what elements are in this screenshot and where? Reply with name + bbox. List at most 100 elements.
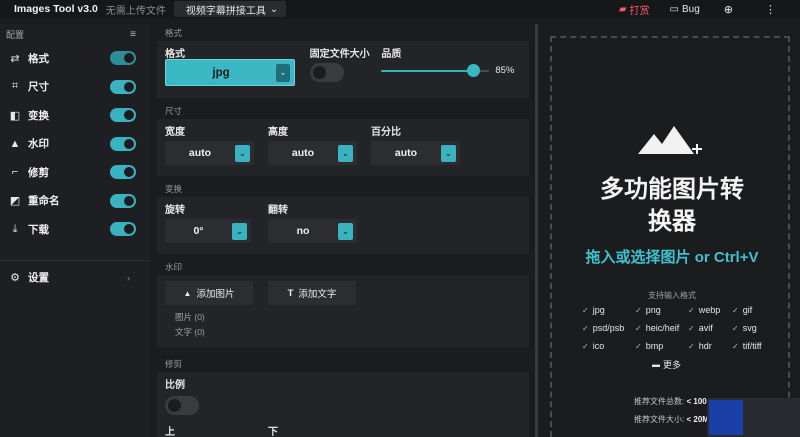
width-label: 宽度 (165, 126, 185, 138)
rotate-select[interactable]: 0° ⌄ (165, 219, 251, 243)
sidebar-item-transform[interactable]: ◧ 变换 (0, 101, 150, 130)
width-value: auto (188, 147, 212, 159)
format-item-label: psd/psb (592, 323, 625, 333)
flip-select[interactable]: no ⌄ (268, 219, 357, 243)
menu-icon[interactable]: ≡ (130, 29, 136, 40)
more-formats-button[interactable]: ▬ 更多 (652, 358, 681, 371)
chevron-down-icon: ⌄ (276, 63, 290, 82)
drop-zone-subtitle: 拖入或选择图片 or Ctrl+V (585, 249, 759, 266)
sidebar-item-size[interactable]: ⌗ 尺寸 (0, 73, 150, 102)
add-text-button[interactable]: T 添加文字 (268, 281, 356, 305)
sidebar-item-settings[interactable]: ⚙ 设置 › (0, 267, 150, 289)
format-item: ✓ svg (732, 323, 782, 333)
rename-icon: ◩ (9, 195, 21, 208)
flip-value: no (296, 225, 310, 237)
tool-select-label: 视频字幕拼接工具 (185, 5, 266, 17)
chevron-down-icon: ⌄ (235, 144, 250, 162)
settings-panel: 格式 格式 jpg ⌄ 固定文件大小 品质 85% 尺寸 宽度 auto ⌄ 高… (157, 24, 529, 437)
transform-toggle[interactable] (110, 108, 136, 123)
more-formats-label: 更多 (663, 360, 682, 370)
tip-button[interactable]: ▰ 打赏 (619, 2, 650, 17)
size-toggle[interactable] (110, 79, 136, 94)
trim-toggle[interactable] (110, 165, 136, 180)
watermark-toggle[interactable] (110, 136, 136, 151)
sidebar-item-download[interactable]: ⤓ 下载 (0, 215, 150, 244)
format-item-label: svg (742, 323, 757, 333)
globe-icon[interactable]: ⊕ (724, 3, 733, 16)
drop-zone-title-line2: 换器 (648, 208, 696, 235)
height-column: 高度 auto ⌄ (268, 123, 371, 165)
sidebar-item-watermark[interactable]: ▲ 水印 (0, 130, 150, 159)
fixed-size-column: 固定文件大小 (309, 45, 382, 86)
more-vertical-icon[interactable]: ⋮ (765, 3, 776, 16)
height-label: 高度 (268, 126, 288, 138)
sidebar-divider (0, 259, 150, 261)
height-value: auto (291, 147, 315, 159)
section-title-format: 格式 (165, 27, 183, 38)
download-toggle[interactable] (110, 222, 136, 237)
limit-count-value: < 100 (686, 397, 707, 406)
width-select[interactable]: auto ⌄ (165, 141, 254, 165)
scrollbar[interactable] (535, 24, 538, 437)
sidebar-item-trim[interactable]: ⌐ 修剪 (0, 158, 150, 187)
height-select[interactable]: auto ⌄ (268, 141, 357, 165)
flip-column: 翻转 no ⌄ (268, 201, 371, 243)
chevron-down-icon: ⌄ (232, 222, 247, 240)
chevron-down-icon: ⌄ (338, 222, 353, 240)
quality-slider-knob[interactable] (467, 64, 481, 77)
top-right-actions: ▰ 打赏 ▭ Bug ⊕ ⋮ (619, 0, 800, 18)
add-image-button[interactable]: ▲ 添加图片 (165, 281, 253, 305)
sidebar: 配置 ≡ ⇄ 格式 ⌗ 尺寸 ◧ 变换 ▲ 水印 ⌐ 修剪 ◩ 重命名 ⤓ 下载… (0, 24, 150, 437)
quality-slider[interactable]: 85% (381, 59, 521, 83)
format-item: ✓ jpg (582, 305, 635, 315)
check-icon: ✓ (582, 305, 589, 315)
sidebar-item-label: 尺寸 (28, 81, 49, 94)
quality-slider-fill (381, 70, 474, 72)
bug-button[interactable]: ▭ Bug (670, 4, 700, 15)
percent-select[interactable]: auto ⌄ (371, 141, 460, 165)
gear-icon: ⚙ (10, 272, 20, 284)
sidebar-item-label: 下载 (28, 223, 49, 236)
format-item: ✓ avif (688, 323, 732, 333)
format-item-label: ico (592, 341, 605, 351)
format-item-label: gif (742, 305, 753, 315)
chevron-right-icon: › (127, 272, 130, 283)
format-section: 格式 jpg ⌄ 固定文件大小 品质 85% (157, 41, 529, 98)
sidebar-item-rename[interactable]: ◩ 重命名 (0, 187, 150, 216)
sidebar-item-format[interactable]: ⇄ 格式 (0, 44, 150, 73)
drop-zone[interactable]: 多功能图片转 换器 拖入或选择图片 or Ctrl+V 支持输入格式 ✓ jpg … (550, 36, 790, 437)
text-count: 文字 (0) (175, 326, 205, 337)
sidebar-header: 配置 ≡ (0, 24, 150, 44)
transform-section: 旋转 0° ⌄ 翻转 no ⌄ (157, 197, 529, 254)
download-icon: ⤓ (12, 222, 18, 235)
format-item-label: hdr (698, 341, 712, 351)
rename-toggle[interactable] (110, 193, 136, 208)
format-toggle[interactable] (110, 51, 136, 66)
format-item: ✓ gif (732, 305, 782, 315)
site-watermark (707, 398, 800, 437)
ratio-toggle[interactable] (165, 396, 199, 415)
format-select[interactable]: jpg ⌄ (165, 59, 295, 86)
gift-icon: ▰ (618, 3, 627, 15)
tool-select[interactable]: 视频字幕拼接工具 ⌄ (173, 1, 287, 17)
percent-value: auto (394, 147, 418, 159)
quality-label: 品质 (381, 48, 402, 60)
sidebar-item-label: 修剪 (28, 166, 49, 179)
transform-icon: ◧ (9, 109, 21, 122)
section-title-size: 尺寸 (165, 105, 183, 116)
format-item-label: jpg (592, 305, 605, 315)
top-label: 上 (165, 426, 175, 437)
ratio-label: 比例 (165, 379, 185, 391)
rotate-column: 旋转 0° ⌄ (165, 201, 268, 243)
format-item: ✓ hdr (688, 341, 732, 351)
check-icon: ✓ (688, 341, 695, 351)
watermark-icon: ▲ (9, 137, 21, 150)
check-icon: ✓ (582, 323, 589, 333)
format-item: ✓ heic/heif (635, 323, 688, 333)
fixed-size-toggle[interactable] (309, 63, 344, 82)
section-title-watermark: 水印 (165, 261, 183, 272)
image-icon: ▲ (183, 288, 192, 298)
format-item: ✓ png (635, 305, 688, 315)
check-icon: ✓ (688, 323, 695, 333)
add-text-label: 添加文字 (298, 289, 337, 300)
